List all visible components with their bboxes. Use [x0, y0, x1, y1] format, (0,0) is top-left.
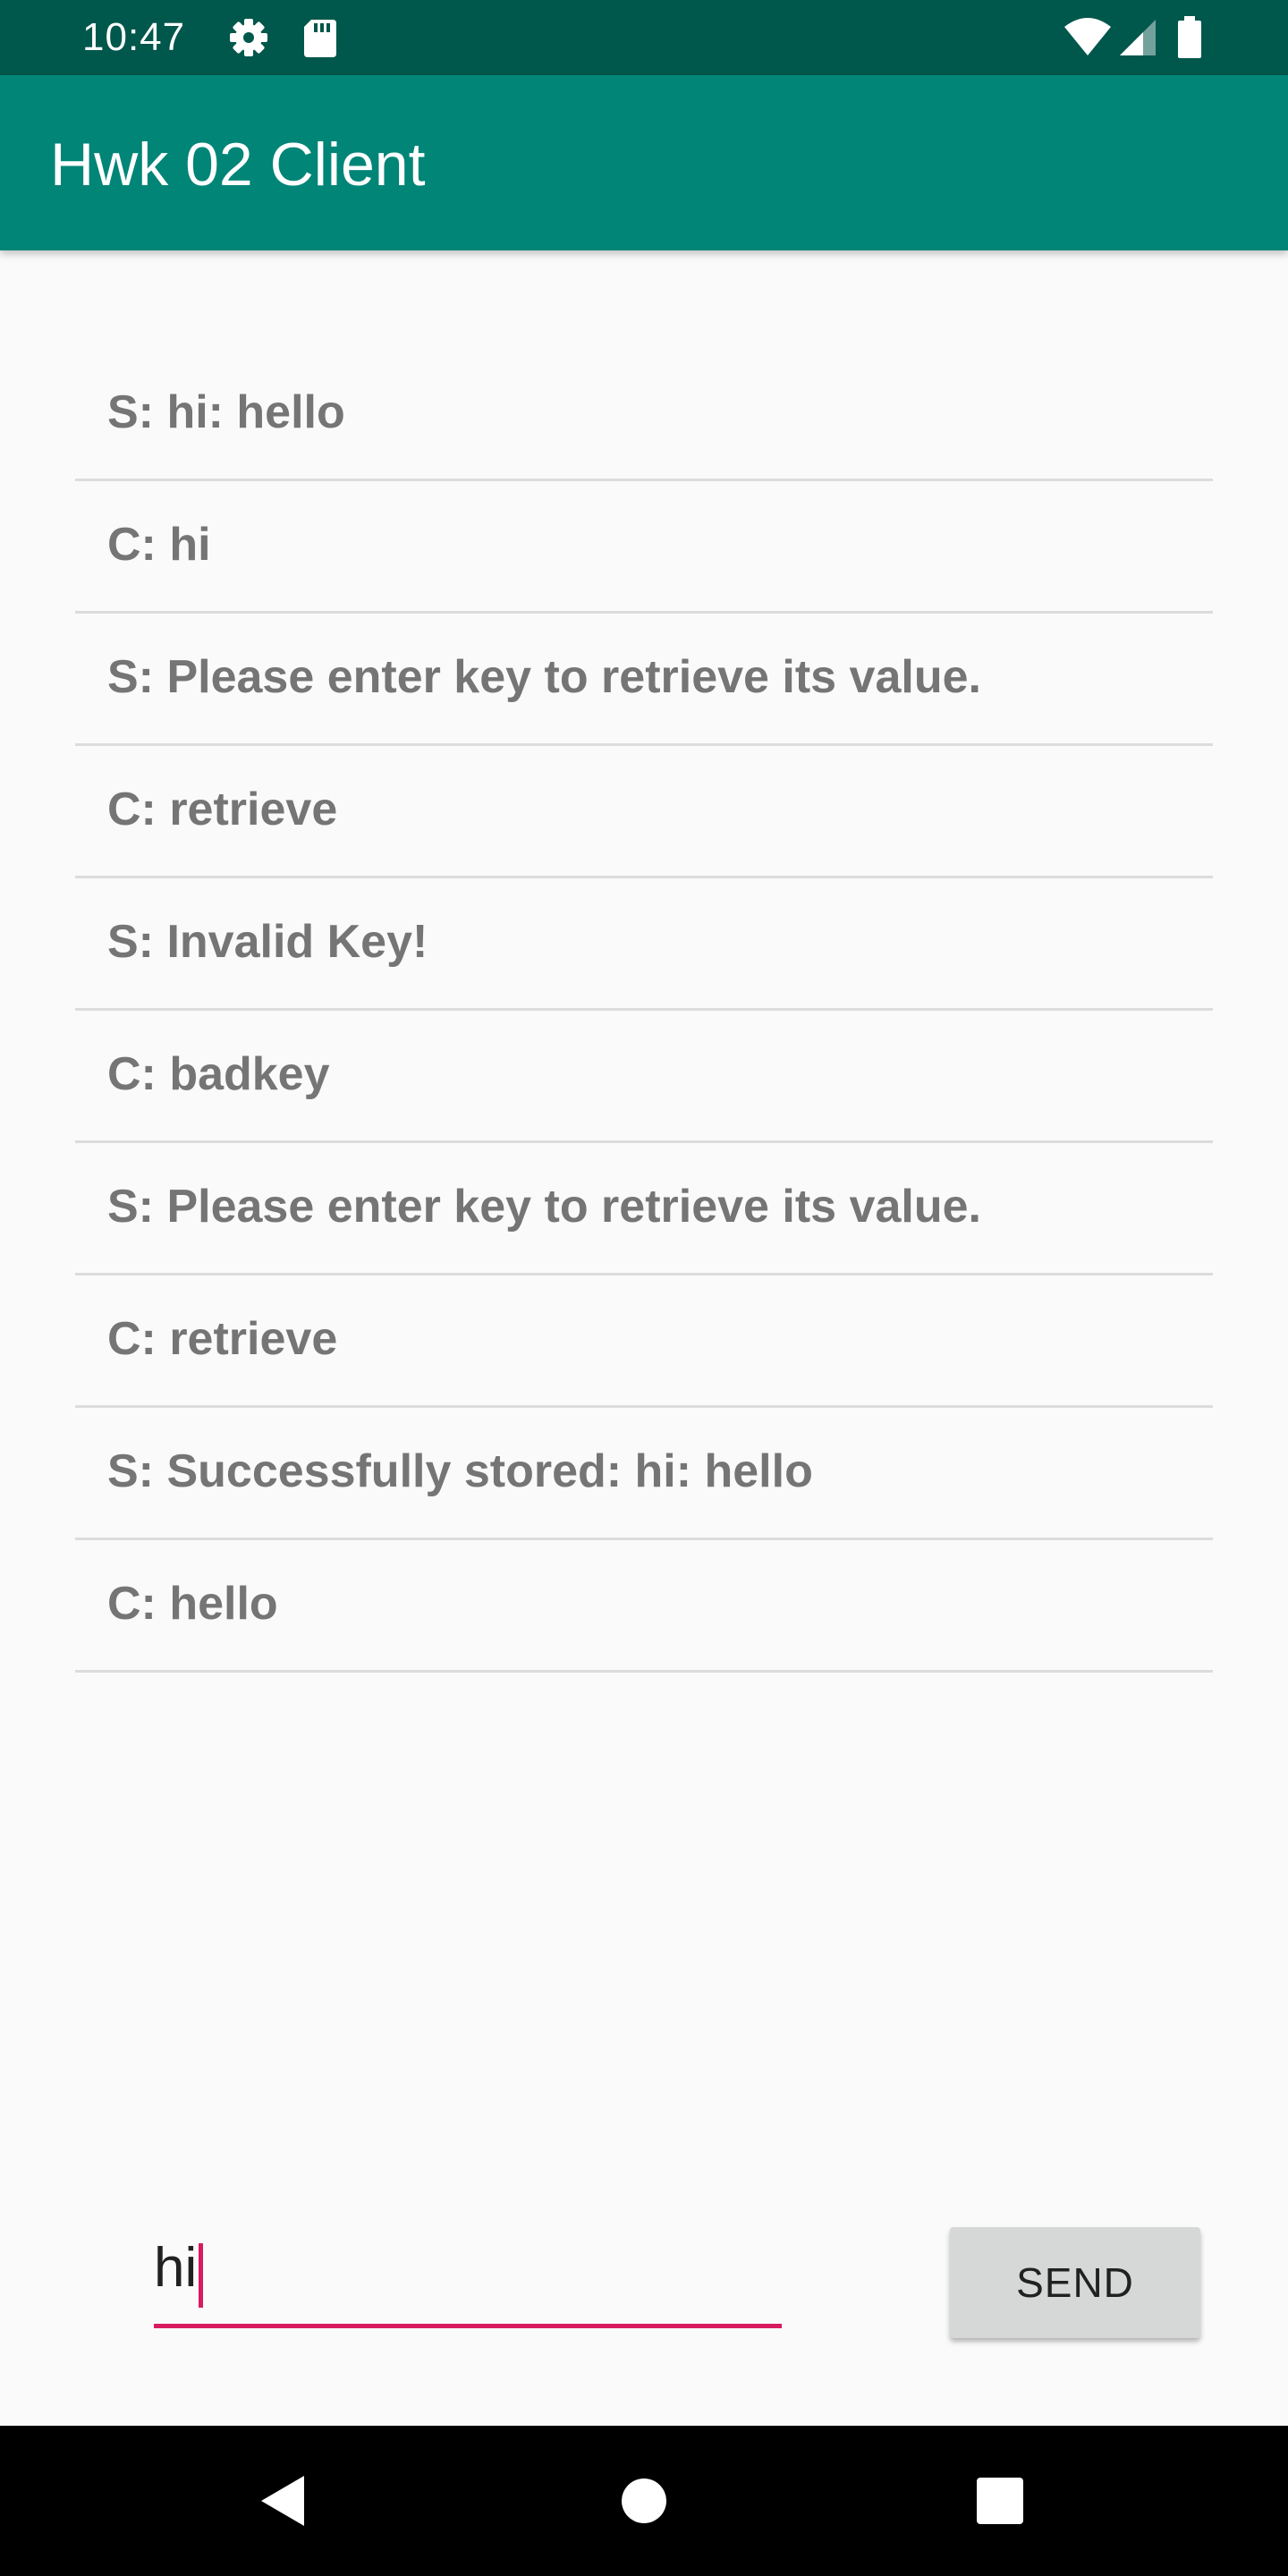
list-item[interactable]: C: retrieve	[75, 1275, 1213, 1408]
message-text: C: retrieve	[107, 784, 338, 835]
list-item[interactable]: S: Invalid Key!	[75, 878, 1213, 1011]
message-text: C: hello	[107, 1578, 278, 1630]
list-item[interactable]: C: retrieve	[75, 746, 1213, 878]
status-time: 10:47	[82, 15, 186, 59]
status-bar: 10:47	[0, 0, 1288, 75]
list-item[interactable]: S: hi: hello	[75, 349, 1213, 481]
message-text: S: Please enter key to retrieve its valu…	[107, 651, 981, 703]
message-text: S: Please enter key to retrieve its valu…	[107, 1181, 981, 1233]
message-text: C: badkey	[107, 1048, 330, 1100]
sd-card-icon	[299, 16, 342, 59]
battery-icon	[1175, 16, 1204, 59]
recents-icon[interactable]	[955, 2456, 1045, 2546]
message-text: S: Successfully stored: hi: hello	[107, 1445, 813, 1497]
navigation-bar	[0, 2426, 1288, 2576]
app-title: Hwk 02 Client	[50, 131, 426, 199]
back-icon[interactable]	[240, 2456, 329, 2546]
wifi-icon	[1063, 16, 1113, 59]
message-text: S: hi: hello	[107, 386, 345, 438]
message-text: C: hi	[107, 519, 211, 571]
list-item[interactable]: S: Please enter key to retrieve its valu…	[75, 614, 1213, 746]
list-item[interactable]: C: badkey	[75, 1011, 1213, 1143]
message-text: S: Invalid Key!	[107, 916, 428, 968]
send-button[interactable]: SEND	[950, 2227, 1200, 2338]
message-list[interactable]: S: hi: hello C: hi S: Please enter key t…	[75, 349, 1213, 1673]
message-input[interactable]	[154, 2218, 782, 2326]
message-text: C: retrieve	[107, 1313, 338, 1365]
app-bar: Hwk 02 Client	[0, 75, 1288, 250]
signal-icon	[1116, 16, 1159, 59]
list-item[interactable]: C: hi	[75, 481, 1213, 614]
home-icon[interactable]	[599, 2456, 689, 2546]
gear-icon	[227, 16, 270, 59]
input-underline	[154, 2324, 782, 2328]
list-item[interactable]: S: Please enter key to retrieve its valu…	[75, 1143, 1213, 1275]
list-item[interactable]: S: Successfully stored: hi: hello	[75, 1408, 1213, 1540]
text-cursor	[199, 2243, 203, 2308]
message-input-field[interactable]	[154, 2218, 782, 2331]
list-item[interactable]: C: hello	[75, 1540, 1213, 1673]
